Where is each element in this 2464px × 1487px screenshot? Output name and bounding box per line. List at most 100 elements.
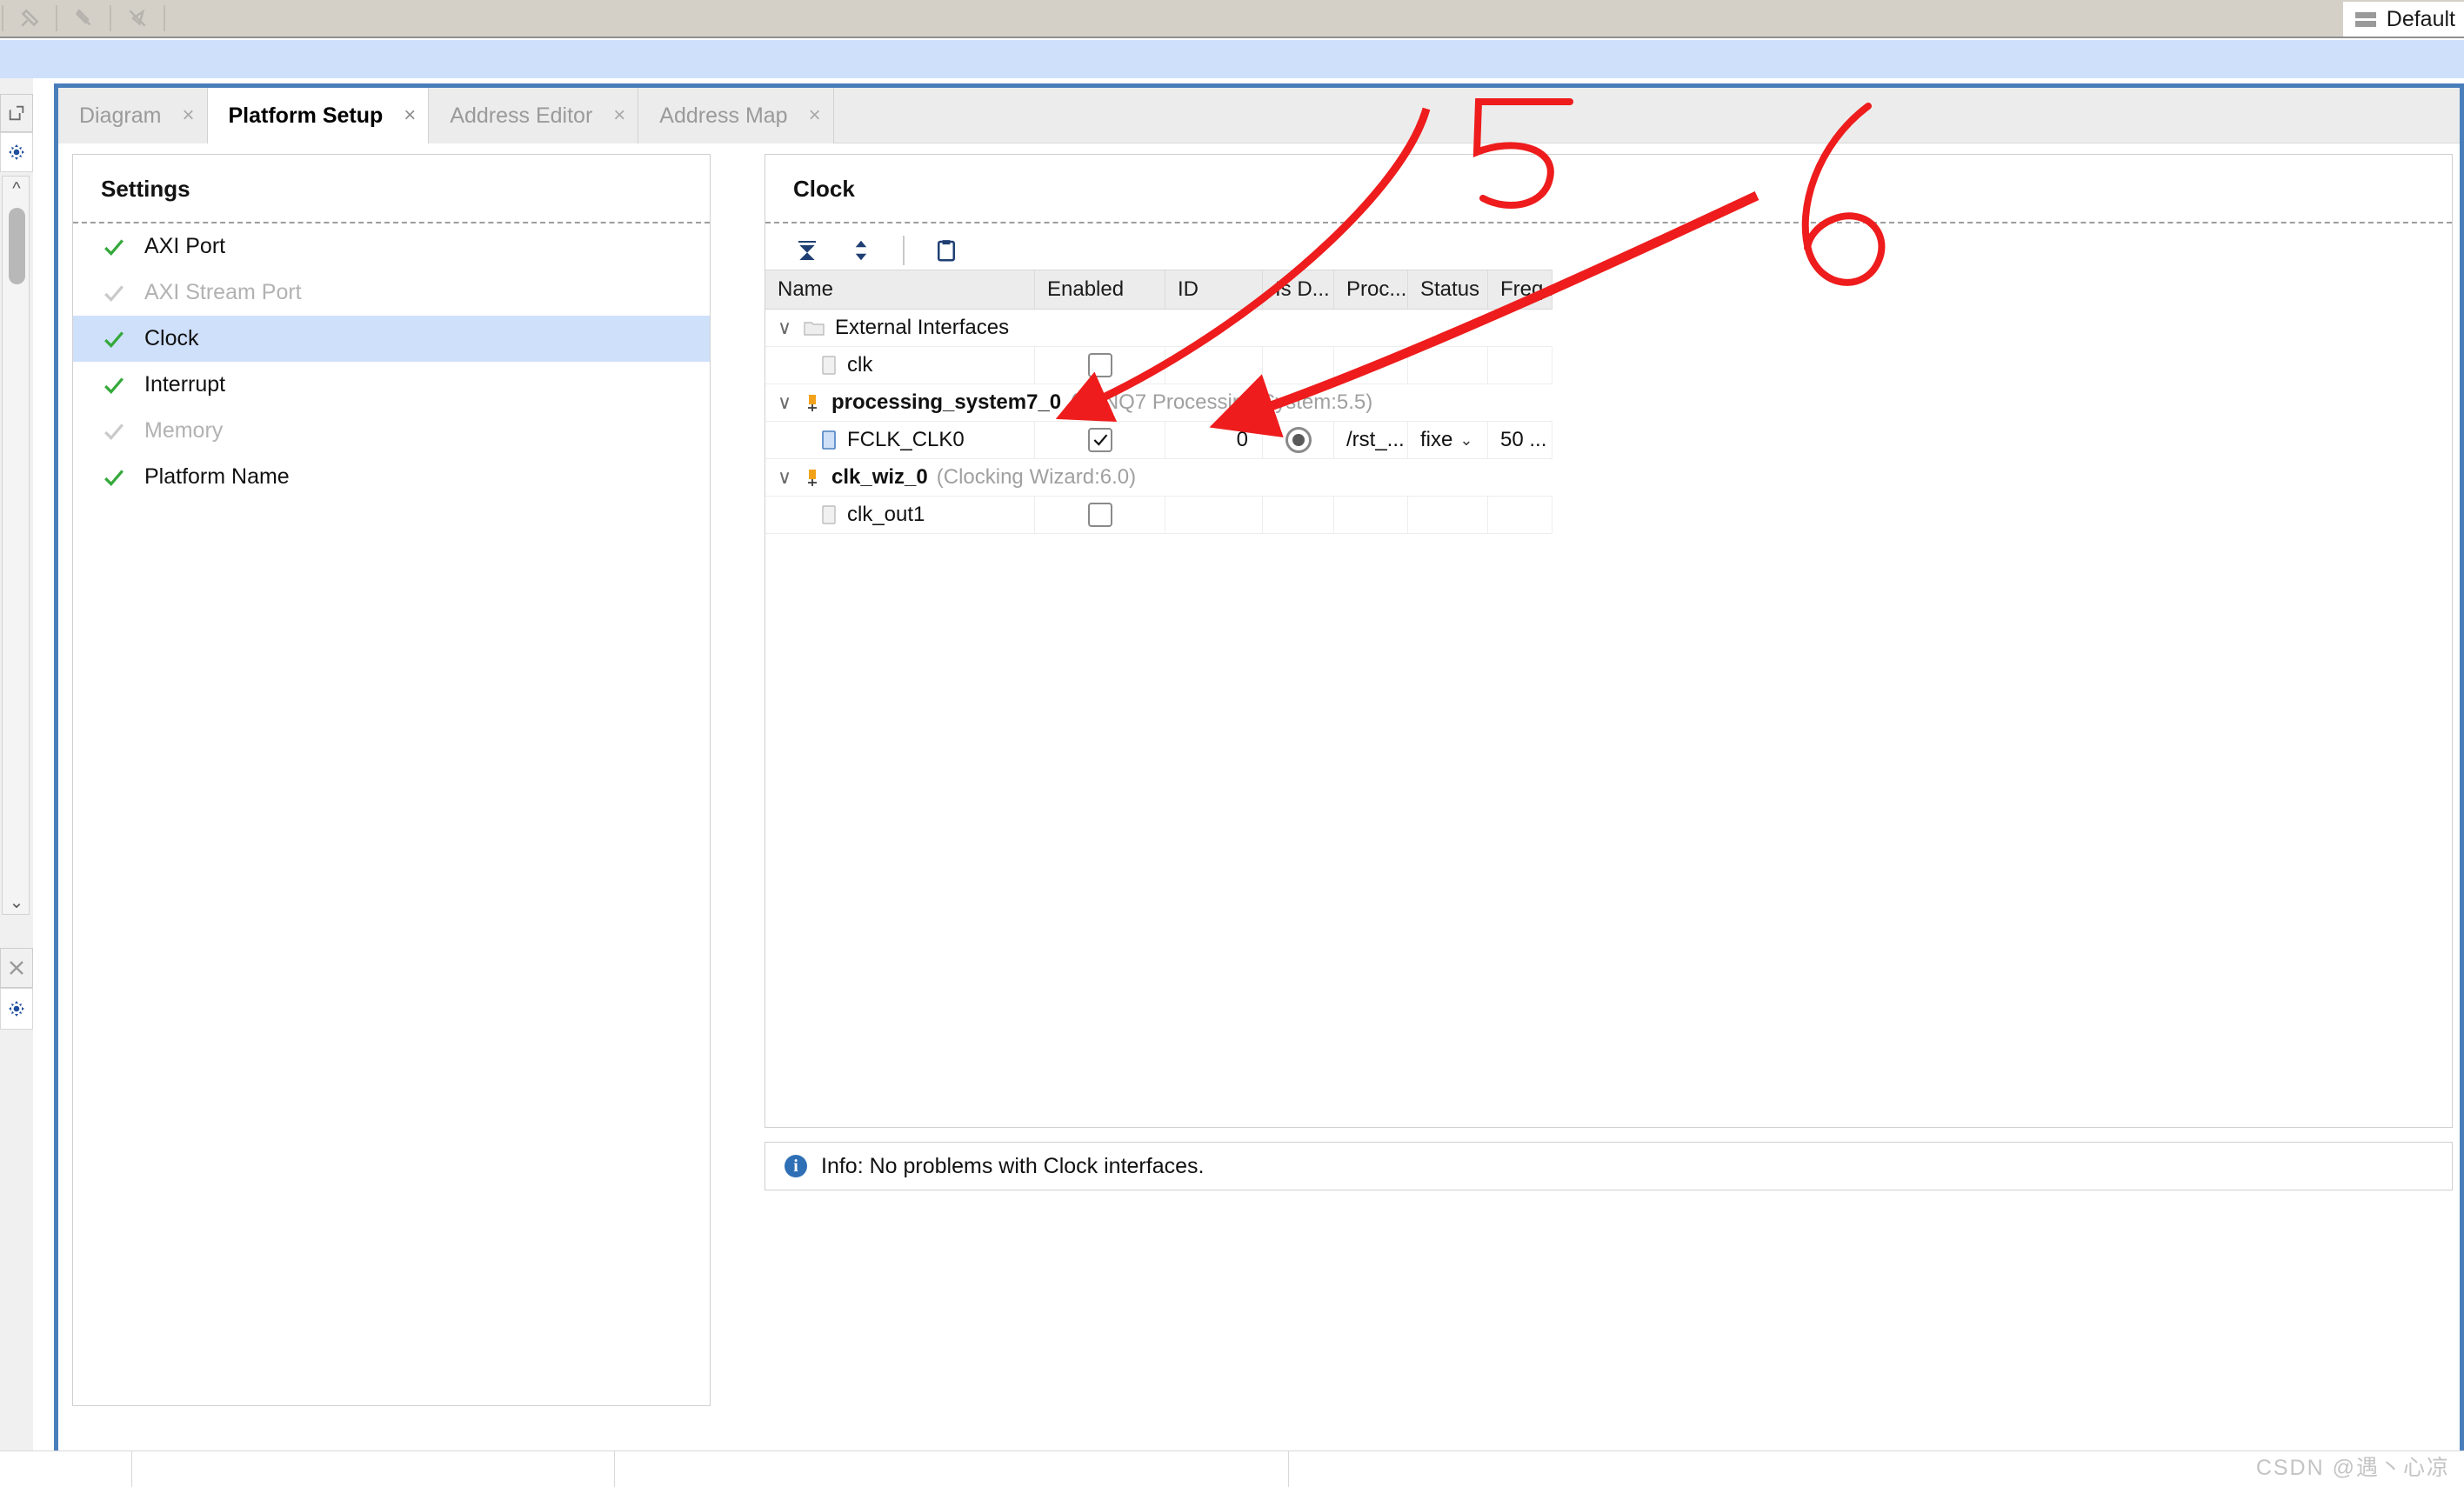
- row-name-cell[interactable]: ∨ External Interfaces: [765, 310, 1553, 346]
- row-proc-cell[interactable]: [1334, 497, 1408, 533]
- tab-close-icon[interactable]: ×: [613, 103, 625, 128]
- column-header-freq[interactable]: Freq...: [1488, 270, 1553, 309]
- gear-icon: [9, 144, 24, 160]
- disconnect-icon-button[interactable]: [113, 1, 162, 36]
- row-name-cell[interactable]: clk: [765, 347, 1035, 383]
- column-header-name[interactable]: Name: [765, 270, 1035, 309]
- chevron-down-icon[interactable]: ∨: [778, 466, 793, 489]
- platform-setup-panel: Diagram × Platform Setup × Address Edito…: [54, 83, 2464, 1487]
- row-status-cell[interactable]: [1408, 497, 1488, 533]
- row-type-label: (Clocking Wizard:6.0): [936, 465, 1137, 489]
- chevron-down-icon[interactable]: ∨: [778, 317, 793, 339]
- row-status-cell[interactable]: [1408, 347, 1488, 383]
- table-row[interactable]: clk: [765, 347, 1553, 384]
- check-icon-disabled: [103, 282, 125, 304]
- row-id-cell[interactable]: [1165, 347, 1263, 383]
- sidebar-item-memory[interactable]: Memory: [73, 408, 710, 454]
- row-enabled-cell[interactable]: [1035, 347, 1165, 383]
- row-is-default-cell[interactable]: [1263, 422, 1334, 458]
- table-row[interactable]: ∨ clk_wiz_0 (Clocking Wizard:6.0): [765, 459, 1553, 497]
- enabled-checkbox-checked[interactable]: [1087, 428, 1112, 452]
- sidebar-item-label: Platform Name: [144, 464, 290, 489]
- editor-tabstrip: Diagram × Platform Setup × Address Edito…: [58, 88, 2460, 143]
- tab-address-map[interactable]: Address Map ×: [638, 88, 834, 143]
- sidebar-item-platform-name[interactable]: Platform Name: [73, 454, 710, 500]
- row-name-cell[interactable]: ∨ clk_wiz_0 (Clocking Wizard:6.0): [765, 459, 1553, 496]
- info-icon: i: [785, 1155, 807, 1177]
- close-panel-icon-button[interactable]: [0, 948, 33, 988]
- row-enabled-cell[interactable]: [1035, 422, 1165, 458]
- settings-gear-icon-button[interactable]: [0, 132, 33, 172]
- row-proc-cell[interactable]: /rst_...: [1334, 422, 1408, 458]
- tab-label: Platform Setup: [228, 103, 384, 128]
- row-name-cell[interactable]: clk_out1: [765, 497, 1035, 533]
- layout-grid-icon: [2354, 11, 2376, 27]
- settings-gear-icon-button-2[interactable]: [0, 988, 33, 1030]
- toolbar-divider: [903, 236, 905, 265]
- column-header-is-default[interactable]: Is D...: [1263, 270, 1334, 309]
- row-name-cell[interactable]: FCLK_CLK0: [765, 422, 1035, 458]
- row-status-cell[interactable]: fixe ⌄: [1408, 422, 1488, 458]
- check-icon: [103, 466, 125, 489]
- info-detail-area: [765, 1190, 2453, 1451]
- row-freq-cell[interactable]: 50 ...: [1488, 422, 1553, 458]
- column-header-enabled[interactable]: Enabled: [1035, 270, 1165, 309]
- layout-selector[interactable]: Default: [2342, 2, 2464, 37]
- chevron-down-icon[interactable]: ∨: [778, 391, 793, 414]
- column-header-proc[interactable]: Proc...: [1334, 270, 1408, 309]
- pin-icon: [21, 9, 39, 27]
- settings-panel: Settings AXI Port AXI Stream Port Clock: [72, 154, 711, 1406]
- is-default-radio-selected[interactable]: [1285, 427, 1312, 453]
- row-name-label: External Interfaces: [835, 316, 1010, 339]
- tab-close-icon[interactable]: ×: [809, 103, 821, 128]
- collapse-all-icon-button[interactable]: [788, 231, 826, 270]
- folder-icon: [804, 319, 825, 337]
- row-name-cell[interactable]: ∨ processing_system7_0 (ZYNQ7 Processing…: [765, 384, 1553, 421]
- check-icon: [103, 374, 125, 397]
- sidebar-item-axi-stream-port[interactable]: AXI Stream Port: [73, 270, 710, 316]
- row-enabled-cell[interactable]: [1035, 497, 1165, 533]
- popout-icon-button[interactable]: [0, 94, 33, 132]
- row-name-label: processing_system7_0: [831, 390, 1062, 414]
- row-is-default-cell[interactable]: [1263, 347, 1334, 383]
- sidebar-item-axi-port[interactable]: AXI Port: [73, 223, 710, 270]
- pin-icon-button[interactable]: [5, 1, 54, 36]
- tab-address-editor[interactable]: Address Editor ×: [429, 88, 639, 143]
- sidebar-item-clock[interactable]: Clock: [73, 316, 710, 362]
- scroll-down-arrow-icon[interactable]: ⌄: [3, 890, 30, 914]
- port-icon: [821, 356, 837, 375]
- table-row[interactable]: ∨ processing_system7_0 (ZYNQ7 Processing…: [765, 384, 1553, 422]
- tab-close-icon[interactable]: ×: [404, 103, 416, 128]
- row-is-default-cell[interactable]: [1263, 497, 1334, 533]
- sidebar-item-label: Interrupt: [144, 372, 226, 397]
- rail-scrollbar[interactable]: ^ ⌄: [2, 176, 30, 915]
- tab-label: Diagram: [79, 103, 162, 128]
- chevron-down-icon[interactable]: ⌄: [1459, 431, 1472, 450]
- check-icon-disabled: [103, 420, 125, 443]
- table-row[interactable]: clk_out1: [765, 497, 1553, 534]
- table-row[interactable]: FCLK_CLK0 0 /rst_... fixe ⌄ 50 ...: [765, 422, 1553, 459]
- row-proc-cell[interactable]: [1334, 347, 1408, 383]
- tab-diagram[interactable]: Diagram ×: [58, 88, 208, 143]
- unpin-icon-button[interactable]: [59, 1, 108, 36]
- scrollbar-thumb[interactable]: [9, 208, 25, 284]
- copy-icon: [938, 240, 955, 262]
- table-row[interactable]: ∨ External Interfaces: [765, 310, 1553, 347]
- tab-platform-setup[interactable]: Platform Setup ×: [207, 88, 430, 143]
- scroll-up-arrow-icon[interactable]: ^: [3, 177, 30, 201]
- toolbar-divider-3: [110, 5, 111, 31]
- row-id-cell[interactable]: [1165, 497, 1263, 533]
- row-freq-cell[interactable]: [1488, 497, 1553, 533]
- sidebar-item-interrupt[interactable]: Interrupt: [73, 362, 710, 408]
- clock-heading: Clock: [793, 176, 855, 202]
- enabled-checkbox[interactable]: [1087, 503, 1112, 527]
- enabled-checkbox[interactable]: [1087, 353, 1112, 377]
- copy-icon-button[interactable]: [927, 231, 965, 270]
- column-header-id[interactable]: ID: [1165, 270, 1263, 309]
- tab-close-icon[interactable]: ×: [182, 103, 194, 128]
- expand-all-icon-button[interactable]: [842, 231, 880, 270]
- port-icon: [821, 505, 837, 524]
- row-id-cell[interactable]: 0: [1165, 422, 1263, 458]
- column-header-status[interactable]: Status: [1408, 270, 1488, 309]
- row-freq-cell[interactable]: [1488, 347, 1553, 383]
